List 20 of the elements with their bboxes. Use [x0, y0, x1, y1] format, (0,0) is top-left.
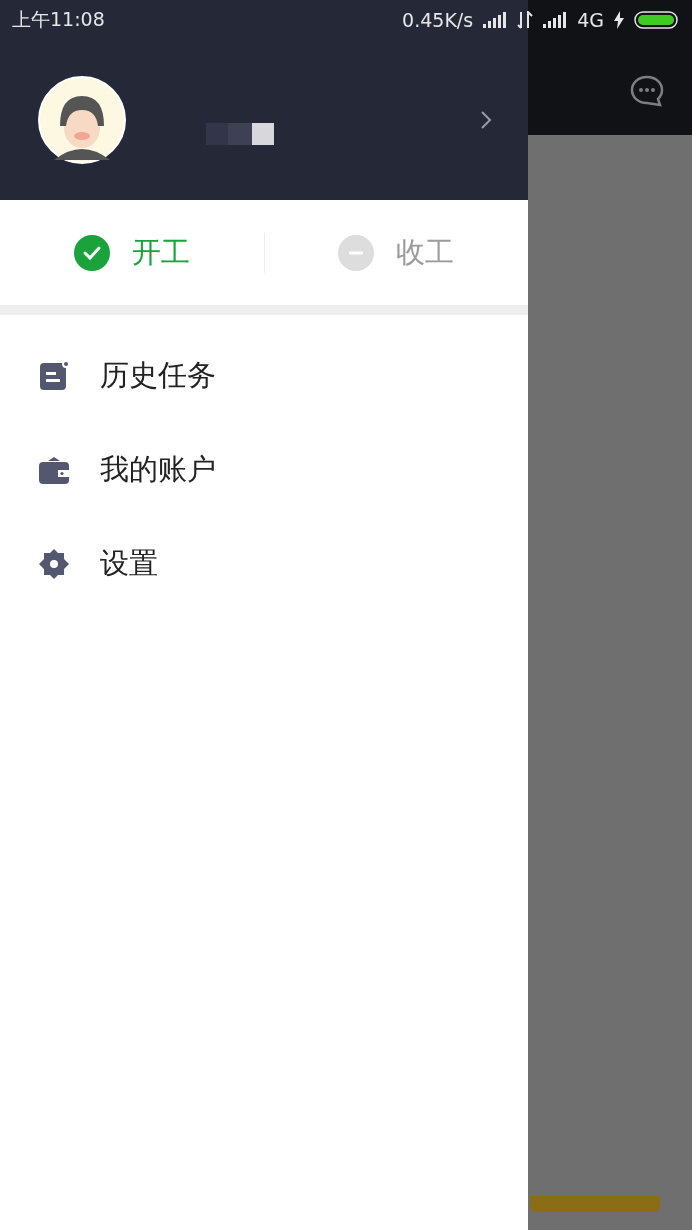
- chat-icon[interactable]: [630, 75, 664, 107]
- menu-item[interactable]: 设置: [0, 517, 528, 611]
- gear-icon: [38, 548, 70, 580]
- check-icon: [73, 234, 110, 271]
- blurred-name-drawing: [206, 123, 274, 145]
- minus-icon: [338, 234, 375, 271]
- charging-icon: [614, 11, 624, 29]
- menu-item[interactable]: 历史任务: [0, 329, 528, 423]
- status-time: 上午11:08: [12, 7, 105, 32]
- chevron-right-icon: [480, 110, 492, 130]
- menu-item[interactable]: 我的账户: [0, 423, 528, 517]
- battery-icon: [634, 10, 680, 30]
- signal-icon: [483, 12, 508, 28]
- network-type: 4G: [577, 9, 604, 31]
- data-transfer-icon: [517, 11, 534, 29]
- profile-header[interactable]: [0, 0, 528, 200]
- wallet-icon: [38, 454, 70, 486]
- signal-icon: [543, 12, 568, 28]
- document-icon: [38, 360, 70, 392]
- network-speed: 0.45K/s: [402, 9, 474, 31]
